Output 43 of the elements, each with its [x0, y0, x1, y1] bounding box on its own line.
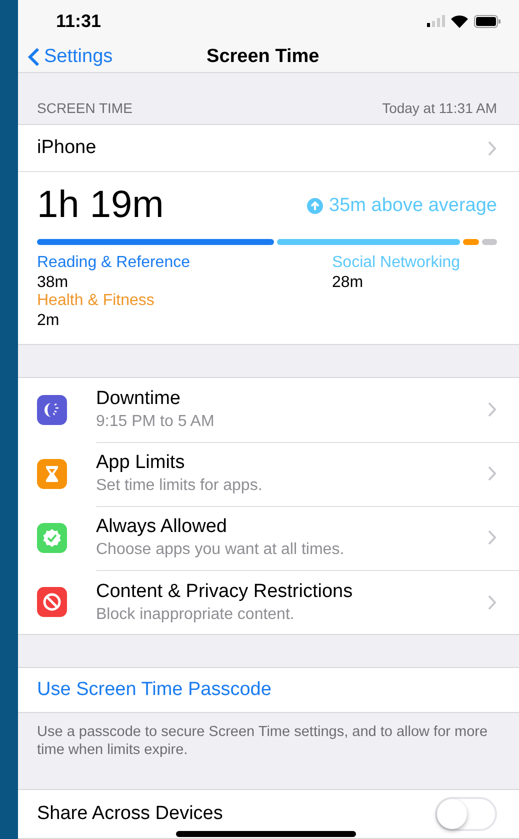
category-name: Reading & Reference — [37, 254, 191, 272]
moon-icon — [43, 402, 61, 418]
date-label: Today at 11:31 AM — [382, 100, 497, 116]
passcode-link[interactable]: Use Screen Time Passcode — [18, 668, 519, 712]
menu-item[interactable]: Always Allowed Choose apps you want at all times. — [18, 506, 519, 570]
menu-item-title: App Limits — [96, 452, 186, 474]
category-time: 38m — [37, 274, 70, 292]
menu-item-title: Content & Privacy Restrictions — [96, 580, 354, 603]
chevron-icon — [488, 594, 497, 610]
prohibited-icon — [42, 592, 62, 612]
page-title: Screen Time — [206, 46, 320, 68]
chevron-icon — [488, 530, 497, 546]
category-name: Social Networking — [332, 254, 462, 272]
menu-item-title: Downtime — [96, 388, 182, 410]
category-time: 28m — [332, 274, 364, 292]
share-label: Share Across Devices — [37, 803, 223, 825]
category-time: 2m — [37, 312, 60, 330]
menu-item[interactable]: App Limits Set time limits for apps. — [18, 442, 519, 506]
menu-item[interactable]: Downtime 9:15 PM to 5 AM — [18, 378, 519, 442]
hourglass-icon — [44, 465, 60, 484]
menu-item-subtitle: Set time limits for apps. — [96, 477, 264, 496]
total-time: 1h 19m — [37, 184, 164, 228]
checkmark-badge-icon — [42, 528, 62, 548]
passcode-footnote: Use a passcode to secure Screen Time settings, and to allow for more time when limits expire. — [36, 722, 489, 760]
back-chevron-icon — [28, 47, 40, 68]
menu-item-title: Always Allowed — [96, 516, 228, 538]
menu-item-subtitle: Choose apps you want at all times. — [96, 541, 346, 560]
chevron-icon — [488, 402, 497, 418]
menu-item[interactable]: Content & Privacy Restrictions Block inappropriate content. — [18, 570, 519, 634]
signal-icon — [427, 15, 445, 28]
trend-label: 35m above average — [307, 194, 497, 217]
menu-item-subtitle: 9:15 PM to 5 AM — [96, 413, 216, 432]
back-button[interactable]: Settings — [28, 46, 113, 68]
share-toggle[interactable] — [435, 797, 497, 831]
chevron-icon — [488, 140, 497, 156]
menu-item-subtitle: Block inappropriate content. — [96, 606, 296, 624]
category-name: Health & Fitness — [37, 292, 156, 310]
section-header: SCREEN TIME — [37, 100, 132, 116]
wifi-icon — [451, 14, 468, 28]
battery-icon — [474, 14, 501, 28]
chevron-icon — [488, 466, 497, 482]
status-time: 11:31 — [56, 10, 102, 32]
device-row[interactable]: iPhone — [18, 125, 519, 172]
